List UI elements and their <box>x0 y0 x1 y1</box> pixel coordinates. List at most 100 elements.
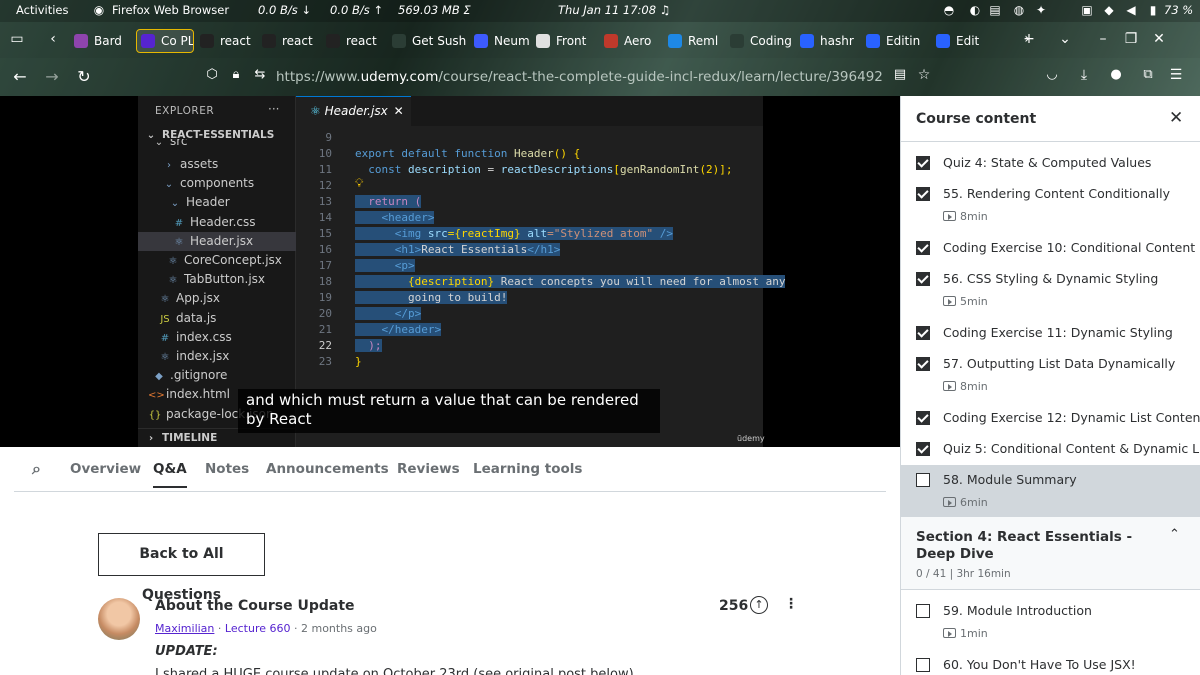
curriculum-item[interactable]: 60. You Don't Have To Use JSX! <box>901 650 1200 675</box>
browser-tab[interactable]: hashr <box>800 29 860 53</box>
browser-tab[interactable]: Edit <box>936 29 992 53</box>
update-label: UPDATE: <box>155 644 218 659</box>
line-number: 17 <box>318 259 332 272</box>
close-window-icon[interactable]: ✕ <box>1150 31 1168 47</box>
curriculum-item-title: Quiz 4: State & Computed Values <box>943 155 1152 170</box>
menu-icon[interactable]: ☰ <box>1166 67 1186 83</box>
lecture-tab[interactable]: Learning tools <box>473 461 582 477</box>
downloads-icon[interactable]: ⤓ <box>1074 67 1094 83</box>
completion-checkbox[interactable] <box>916 473 930 487</box>
new-tab-button[interactable]: + <box>1020 31 1038 47</box>
browser-tab[interactable]: Get Sush <box>392 29 466 53</box>
completion-checkbox[interactable] <box>916 187 930 201</box>
line-number: 15 <box>318 227 332 240</box>
reader-view-icon[interactable]: ▤ <box>890 67 910 82</box>
browser-tab[interactable]: react <box>326 29 384 53</box>
completion-checkbox[interactable] <box>916 326 930 340</box>
browser-tab[interactable]: Aero <box>604 29 662 53</box>
wifi-icon[interactable]: ◆ <box>1102 3 1116 17</box>
browser-tab[interactable]: react <box>262 29 318 53</box>
question-title[interactable]: About the Course Update <box>155 598 355 614</box>
forward-icon[interactable]: → <box>42 67 62 86</box>
bell-icon[interactable]: ♫ <box>658 3 672 17</box>
video-watermark: ūdemy <box>737 434 765 443</box>
curriculum-item[interactable]: 59. Module Introduction 1min <box>901 596 1200 650</box>
bookmark-star-icon[interactable]: ☆ <box>914 67 934 83</box>
app-name[interactable]: Firefox Web Browser <box>112 3 229 17</box>
back-icon[interactable]: ← <box>10 67 30 86</box>
scroll-tabs-left-icon[interactable]: ‹ <box>44 31 62 47</box>
browser-tab[interactable]: Bard <box>74 29 130 53</box>
tray-icon[interactable]: ◍ <box>1012 3 1026 17</box>
curriculum-item-title: Coding Exercise 11: Dynamic Styling <box>943 325 1173 340</box>
curriculum-item[interactable]: 58. Module Summary 6min <box>901 465 1200 519</box>
completion-checkbox[interactable] <box>916 658 930 672</box>
browser-tab[interactable]: react <box>200 29 256 53</box>
lecture-tab[interactable]: Q&A <box>153 461 187 488</box>
screen-icon[interactable]: ▣ <box>1080 3 1094 17</box>
browser-tab[interactable]: Front <box>536 29 598 53</box>
favicon-icon <box>730 34 744 48</box>
duration-text: 5min <box>960 295 988 308</box>
browser-tab[interactable]: Editin <box>866 29 930 53</box>
duration-text: 8min <box>960 380 988 393</box>
upvote-icon[interactable]: ↑ <box>750 596 768 614</box>
curriculum-item[interactable]: 56. CSS Styling & Dynamic Styling 5min <box>901 264 1200 318</box>
tab-overview-icon[interactable]: ▭ <box>8 31 26 47</box>
tray-icon[interactable]: ◐ <box>968 3 982 17</box>
more-icon: ··· <box>268 102 280 116</box>
account-avatar-icon[interactable]: ● <box>1106 67 1126 82</box>
lock-icon[interactable]: 🔒︎ <box>226 67 246 82</box>
clipboard-icon[interactable]: ▤ <box>988 3 1002 17</box>
curriculum-item[interactable]: 57. Outputting List Data Dynamically 8min <box>901 349 1200 403</box>
curriculum-item[interactable]: Coding Exercise 11: Dynamic Styling <box>901 318 1200 349</box>
completion-checkbox[interactable] <box>916 156 930 170</box>
activities-button[interactable]: Activities <box>16 3 68 17</box>
url-bar[interactable]: https://www.udemy.com/course/react-the-c… <box>276 69 882 85</box>
lecture-tab[interactable]: Announcements <box>266 461 389 477</box>
lecture-link[interactable]: Lecture 660 <box>225 622 291 635</box>
author-link[interactable]: Maximilian <box>155 622 214 635</box>
curriculum-item[interactable]: Coding Exercise 10: Conditional Content <box>901 233 1200 264</box>
completion-checkbox[interactable] <box>916 241 930 255</box>
tray-icon[interactable]: ◓ <box>942 3 956 17</box>
clock[interactable]: Thu Jan 11 17:08 <box>558 3 656 17</box>
lecture-tab[interactable]: Reviews <box>397 461 460 477</box>
section-header[interactable]: Section 4: React Essentials - Deep Dive … <box>901 516 1200 590</box>
browser-tab-label: hashr <box>820 34 854 48</box>
chevron-up-icon[interactable]: ⌃ <box>1169 527 1180 542</box>
minimize-icon[interactable]: – <box>1094 31 1112 47</box>
restore-icon[interactable]: ❐ <box>1122 31 1140 47</box>
lecture-tab[interactable]: Notes <box>205 461 249 477</box>
list-tabs-icon[interactable]: ⌄ <box>1056 31 1074 47</box>
completion-checkbox[interactable] <box>916 272 930 286</box>
more-options-icon[interactable]: ⋮ <box>784 596 798 612</box>
curriculum-item[interactable]: Quiz 4: State & Computed Values <box>901 148 1200 179</box>
volume-icon[interactable]: ◀ <box>1124 3 1138 17</box>
completion-checkbox[interactable] <box>916 357 930 371</box>
reload-icon[interactable]: ↻ <box>74 67 94 86</box>
permissions-icon[interactable]: ⇆ <box>250 67 270 82</box>
curriculum-item[interactable]: 55. Rendering Content Conditionally 8min <box>901 179 1200 233</box>
completion-checkbox[interactable] <box>916 411 930 425</box>
file-icon: ⚛ <box>160 294 170 306</box>
browser-tab[interactable]: Neum <box>474 29 530 53</box>
extension-icon[interactable]: ⬡ <box>202 67 222 82</box>
completion-checkbox[interactable] <box>916 442 930 456</box>
browser-tab[interactable]: Coding C <box>730 29 794 53</box>
search-icon[interactable]: ⌕ <box>32 459 41 479</box>
completion-checkbox[interactable] <box>916 604 930 618</box>
browser-tab[interactable]: Reml <box>668 29 724 53</box>
explorer-item: JS data.js <box>138 309 296 328</box>
sidebar-title: Course content <box>916 111 1037 127</box>
pocket-icon[interactable]: ◡ <box>1042 67 1062 82</box>
battery-icon[interactable]: ▮ <box>1146 3 1160 17</box>
curriculum-item[interactable]: Coding Exercise 12: Dynamic List Content <box>901 403 1200 434</box>
extensions-icon[interactable]: ⧉ <box>1138 67 1158 82</box>
back-to-questions-button[interactable]: Back to All Questions <box>98 533 265 603</box>
accessibility-icon[interactable]: ✦ <box>1034 3 1048 17</box>
browser-tab[interactable]: Co PLA <box>136 29 194 53</box>
close-icon[interactable]: ✕ <box>1169 108 1183 128</box>
curriculum-item[interactable]: Quiz 5: Conditional Content & Dynamic Li… <box>901 434 1200 465</box>
lecture-tab[interactable]: Overview <box>70 461 141 477</box>
